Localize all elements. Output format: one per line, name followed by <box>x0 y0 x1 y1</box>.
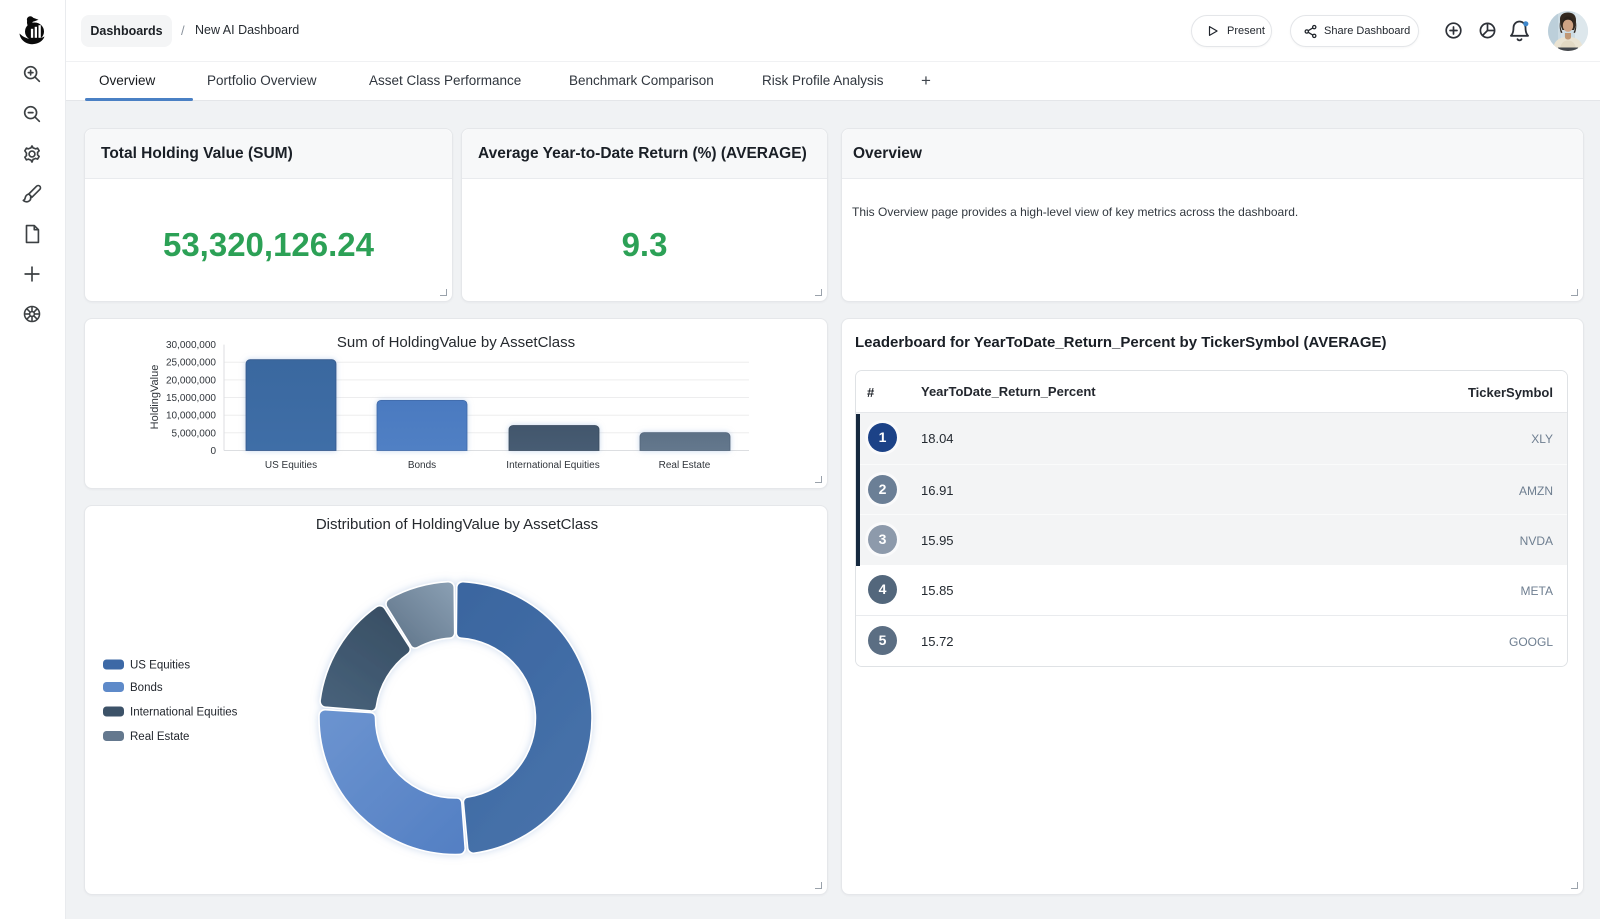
svg-text:US Equities: US Equities <box>130 660 190 672</box>
svg-text:Sum of HoldingValue by AssetCl: Sum of HoldingValue by AssetClass <box>337 334 575 351</box>
svg-text:25,000,000: 25,000,000 <box>166 358 216 369</box>
svg-text:Real Estate: Real Estate <box>659 460 711 471</box>
svg-text:Bonds: Bonds <box>408 460 436 471</box>
svg-text:20,000,000: 20,000,000 <box>166 375 216 386</box>
svg-text:10,000,000: 10,000,000 <box>166 411 216 422</box>
svg-text:15,000,000: 15,000,000 <box>166 393 216 404</box>
svg-text:US Equities: US Equities <box>265 460 317 471</box>
svg-text:30,000,000: 30,000,000 <box>166 340 216 351</box>
svg-text:HoldingValue: HoldingValue <box>149 365 161 430</box>
svg-text:Bonds: Bonds <box>130 682 163 694</box>
svg-text:0: 0 <box>210 446 216 457</box>
svg-text:5,000,000: 5,000,000 <box>172 428 217 439</box>
svg-text:International Equities: International Equities <box>130 707 238 719</box>
svg-text:Real Estate: Real Estate <box>130 731 189 743</box>
svg-text:International Equities: International Equities <box>506 460 599 471</box>
